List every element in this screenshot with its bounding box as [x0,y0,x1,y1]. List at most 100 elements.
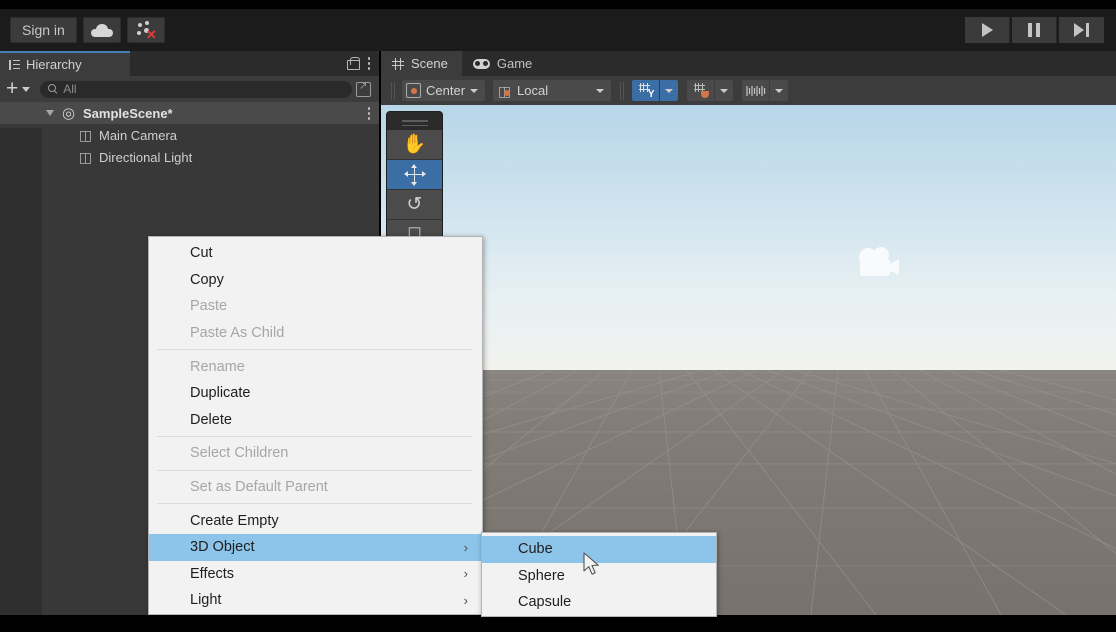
search-placeholder: All [63,82,77,96]
menu-item-label: Rename [190,358,245,375]
pause-button[interactable] [1012,17,1057,43]
rotate-tool[interactable]: ↺ [387,190,442,220]
menu-item-3d-object[interactable]: 3D Object › [149,533,482,561]
hierarchy-tab-actions [346,51,380,76]
scene-context-menu-icon[interactable] [367,107,370,122]
search-icon [48,84,58,94]
menu-item-copy[interactable]: Copy [149,267,482,294]
submenu-item-cube[interactable]: Cube [482,536,716,563]
chevron-down-icon[interactable] [22,86,31,92]
menu-item-create-empty[interactable]: Create Empty [149,507,482,534]
hierarchy-tree: ◎ SampleScene* ◫ Main Camera ◫ Direction… [0,102,379,168]
submenu-item-sphere[interactable]: Sphere [482,563,716,590]
collab-button[interactable]: ✕ [126,17,165,43]
gameobject-cube-icon: ◫ [78,127,93,143]
grid-snapping-dropdown-arrow[interactable] [714,80,734,101]
submenu-arrow-icon: › [463,592,468,608]
expand-icon[interactable] [356,81,371,97]
menu-item-label: Create Empty [190,512,279,529]
unity-scene-icon: ◎ [61,104,76,122]
hand-icon: ✋ [402,134,427,155]
kebab-menu-icon[interactable] [367,57,370,70]
lock-icon[interactable] [346,57,360,70]
main-camera-gizmo[interactable] [852,245,904,281]
hierarchy-context-menu: Cut Copy Paste Paste As Child Rename Dup… [148,236,483,615]
submenu-arrow-icon: › [463,539,468,555]
increment-snap-control[interactable] [742,80,789,101]
search-input[interactable]: All [40,80,352,98]
increment-snap-icon[interactable] [742,80,770,101]
expand-arrow-icon[interactable] [46,110,54,116]
menu-item-label: Set as Default Parent [190,479,328,496]
grid-snapping-control[interactable] [687,80,734,101]
step-icon [1074,23,1089,37]
menu-item-delete[interactable]: Delete [149,407,482,434]
playmode-controls [965,17,1116,43]
menu-item-label: Copy [190,271,224,288]
grid-axis-label: Y [647,89,655,100]
menu-separator [157,349,472,351]
hierarchy-item-samplescene[interactable]: ◎ SampleScene* [0,102,379,124]
gamepad-icon [472,58,490,69]
menu-item-cut[interactable]: Cut [149,240,482,267]
menu-separator [157,469,472,471]
scene-tab-bar: Scene Game [381,51,1116,76]
menu-item-light[interactable]: Light › [149,587,482,614]
step-button[interactable] [1059,17,1104,43]
sign-in-button[interactable]: Sign in [10,17,77,43]
menu-item-rename: Rename [149,353,482,380]
menu-item-label: Duplicate [190,385,251,402]
game-tab-label: Game [496,56,533,71]
move-tool[interactable] [387,160,442,190]
submenu-item-capsule[interactable]: Capsule [482,589,716,616]
submenu-item-label: Capsule [518,594,572,611]
grid-axis-control[interactable]: Y [632,80,679,101]
tab-scene[interactable]: Scene [381,51,462,76]
menu-item-duplicate[interactable]: Duplicate [149,380,482,407]
move-arrows-icon [403,163,426,186]
hierarchy-item-directional-light[interactable]: ◫ Directional Light [0,146,379,168]
menu-item-label: Paste As Child [190,325,285,342]
cloud-services-button[interactable] [82,17,121,43]
menu-separator [157,436,472,438]
handle-rotation-dropdown[interactable]: ◫ Local [493,80,612,101]
scene-view-toolbar: Center ◫ Local Y [381,76,1116,105]
hierarchy-tab-bar: Hierarchy [0,51,379,76]
hierarchy-gutter [0,128,42,615]
toolbar-divider [391,81,392,100]
pivot-mode-dropdown[interactable]: Center [402,80,486,101]
palette-drag-handle[interactable] [387,116,442,130]
hierarchy-tab-label: Hierarchy [26,57,82,72]
tab-hierarchy[interactable]: Hierarchy [0,51,130,76]
pause-icon [1028,23,1040,37]
hierarchy-item-main-camera[interactable]: ◫ Main Camera [0,124,379,146]
menu-item-label: 3D Object [190,539,255,556]
scene-tool-palette: ✋ ↺ ☐ [386,111,443,251]
grid-axis-dropdown-arrow[interactable] [659,80,679,101]
screen-top-letterbox [0,0,1116,9]
add-gameobject-button[interactable]: + [6,78,18,99]
chevron-down-icon [596,88,605,93]
hand-tool[interactable]: ✋ [387,130,442,160]
tab-game[interactable]: Game [462,51,546,76]
menu-item-effects[interactable]: Effects › [149,561,482,588]
unity-editor-window: Sign in ✕ Hierarchy + All ↗ ◎ SampleScen… [0,0,1116,632]
hierarchy-item-label: SampleScene* [83,105,173,121]
handle-rotation-label: Local [517,83,549,98]
play-icon [981,23,993,37]
collab-error-icon: ✕ [136,21,157,41]
submenu-arrow-icon: › [463,566,468,582]
play-button[interactable] [965,17,1010,43]
grid-axis-y-icon[interactable]: Y [632,80,660,101]
toolbar-divider [394,81,395,100]
menu-item-label: Paste [190,298,228,315]
scene-panel: Scene Game Center ◫ Local Y ✋ ↺ ☐ [381,51,1116,615]
menu-item-label: Light [190,592,222,609]
increment-snap-dropdown-arrow[interactable] [769,80,789,101]
pivot-center-icon [406,83,421,98]
hierarchy-item-label: Main Camera [99,127,178,143]
menu-item-set-as-default-parent: Set as Default Parent [149,474,482,501]
hierarchy-item-label: Directional Light [99,149,193,165]
grid-snapping-icon[interactable] [687,80,715,101]
menu-item-select-children: Select Children [149,440,482,467]
